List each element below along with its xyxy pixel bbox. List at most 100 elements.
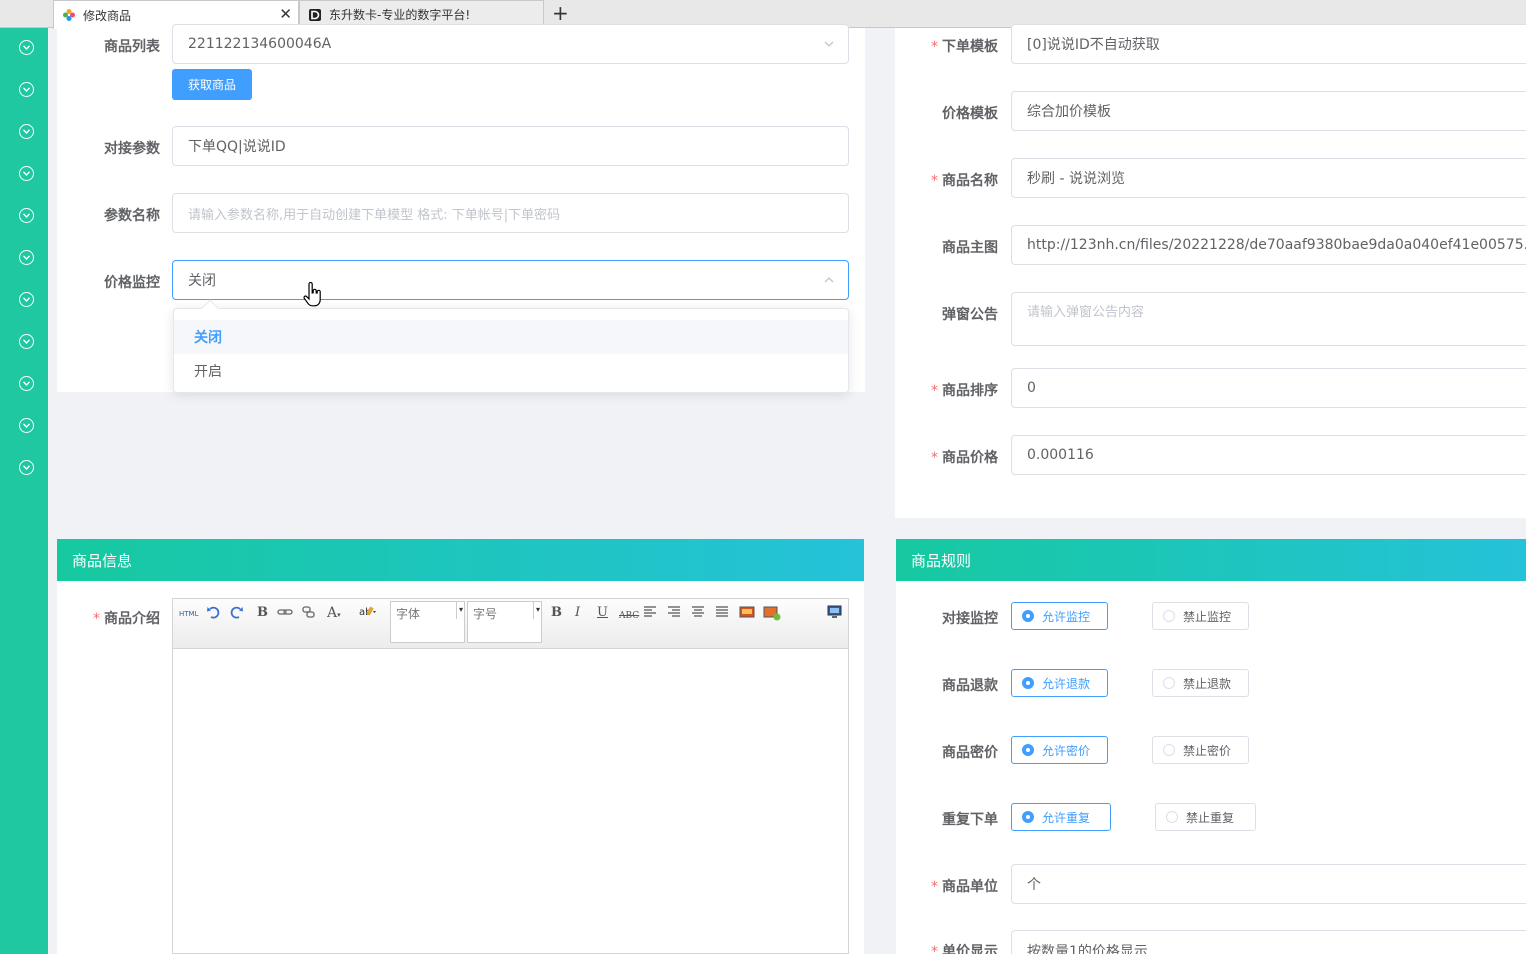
font-family-value: 字体 xyxy=(396,607,421,621)
fetch-product-button[interactable]: 获取商品 xyxy=(172,69,252,100)
unit-display-label: * 单价显示 xyxy=(931,944,998,954)
unit-input[interactable]: 个 xyxy=(1011,864,1526,904)
product-list-value: 221122134600046A xyxy=(188,36,332,52)
radio-dot-icon xyxy=(1163,677,1175,689)
sort-order-value: 0 xyxy=(1027,380,1036,396)
allow-secret-price-radio[interactable]: 允许密价 xyxy=(1011,736,1108,764)
radio-dot-icon xyxy=(1022,811,1034,823)
italic-icon[interactable]: I xyxy=(575,605,580,621)
redo-icon[interactable] xyxy=(230,605,244,624)
popup-notice-placeholder: 请输入弹窗公告内容 xyxy=(1027,305,1145,320)
main-image-input[interactable]: http://123nh.cn/files/20221228/de70aaf93… xyxy=(1011,225,1526,265)
product-list-select[interactable]: 221122134600046A xyxy=(172,24,849,64)
chevron-circle-icon[interactable] xyxy=(19,334,34,349)
radio-dot-icon xyxy=(1163,610,1175,622)
price-label: * 商品价格 xyxy=(931,450,998,466)
d-logo-icon xyxy=(308,8,322,22)
align-center-icon[interactable] xyxy=(691,605,705,624)
dock-params-value: 下单QQ|说说ID xyxy=(188,139,286,155)
highlight-icon[interactable]: ab xyxy=(359,605,377,624)
sort-order-input[interactable]: 0 xyxy=(1011,368,1526,408)
option-close[interactable]: 关闭 xyxy=(174,320,848,354)
param-name-placeholder: 请输入参数名称,用于自动创建下单模型 格式: 下单帐号|下单密码 xyxy=(188,207,561,223)
price-template-label: 价格模板 xyxy=(942,106,998,122)
chevron-circle-icon[interactable] xyxy=(19,124,34,139)
unlink-icon[interactable] xyxy=(301,605,317,624)
align-justify-icon[interactable] xyxy=(715,605,729,624)
caret-down-icon: ▾ xyxy=(533,601,542,619)
chevron-down-icon xyxy=(822,37,836,51)
price-value: 0.000116 xyxy=(1027,447,1094,463)
font-color-icon[interactable]: A▾ xyxy=(327,605,341,623)
bold-icon[interactable]: B xyxy=(551,605,562,621)
price-input[interactable]: 0.000116 xyxy=(1011,435,1526,475)
chevron-circle-icon[interactable] xyxy=(19,460,34,475)
underline-icon[interactable]: U xyxy=(597,605,608,621)
product-name-value: 秒刷 - 说说浏览 xyxy=(1027,171,1125,187)
price-monitor-dropdown: 关闭 开启 xyxy=(173,299,849,393)
dock-params-input[interactable]: 下单QQ|说说ID xyxy=(172,126,849,166)
popup-notice-textarea[interactable]: 请输入弹窗公告内容 xyxy=(1011,292,1526,346)
rich-text-editor[interactable]: HTML B A▾ ab 字体 ▾ 字号 ▾ B I U ABC xyxy=(172,598,849,954)
price-monitor-select[interactable]: 关闭 xyxy=(172,260,849,300)
caret-down-icon: ▾ xyxy=(456,601,465,619)
allow-refund-radio[interactable]: 允许退款 xyxy=(1011,669,1108,697)
unit-display-value: 按数量1的价格显示 xyxy=(1027,944,1148,954)
font-size-select[interactable]: 字号 ▾ xyxy=(467,601,542,643)
sort-order-label: * 商品排序 xyxy=(931,383,998,399)
product-rules-header: 商品规则 xyxy=(896,539,1526,581)
font-family-select[interactable]: 字体 ▾ xyxy=(390,601,465,643)
fullscreen-icon[interactable] xyxy=(827,605,842,624)
image-icon[interactable] xyxy=(739,605,755,624)
deny-monitor-radio[interactable]: 禁止监控 xyxy=(1152,602,1249,630)
price-template-value: 综合加价模板 xyxy=(1027,104,1111,120)
option-open[interactable]: 开启 xyxy=(174,354,848,388)
undo-icon[interactable] xyxy=(206,605,220,624)
chevron-circle-icon[interactable] xyxy=(19,82,34,97)
order-template-select[interactable]: [0]说说ID不自动获取 xyxy=(1011,24,1526,64)
align-right-icon[interactable] xyxy=(667,605,681,624)
insert-image-icon[interactable] xyxy=(763,605,781,626)
link-icon[interactable] xyxy=(277,605,293,624)
html-source-icon[interactable]: HTML xyxy=(179,606,198,622)
tab-title: 东升数卡-专业的数字平台! xyxy=(329,8,471,22)
chevron-circle-icon[interactable] xyxy=(19,376,34,391)
chevron-circle-icon[interactable] xyxy=(19,418,34,433)
deny-refund-radio[interactable]: 禁止退款 xyxy=(1152,669,1249,697)
product-name-input[interactable]: 秒刷 - 说说浏览 xyxy=(1011,158,1526,198)
chevron-circle-icon[interactable] xyxy=(19,40,34,55)
param-name-input[interactable]: 请输入参数名称,用于自动创建下单模型 格式: 下单帐号|下单密码 xyxy=(172,193,849,233)
chevron-circle-icon[interactable] xyxy=(19,250,34,265)
deny-secret-price-radio[interactable]: 禁止密价 xyxy=(1152,736,1249,764)
allow-repeat-radio[interactable]: 允许重复 xyxy=(1011,803,1111,831)
deny-repeat-radio[interactable]: 禁止重复 xyxy=(1155,803,1256,831)
chevron-circle-icon[interactable] xyxy=(19,166,34,181)
unit-display-select[interactable]: 按数量1的价格显示 xyxy=(1011,930,1526,954)
align-left-icon[interactable] xyxy=(643,605,657,624)
close-tab-icon[interactable]: ✕ xyxy=(279,6,292,22)
strikethrough-icon[interactable]: ABC xyxy=(619,608,639,624)
main-image-value: http://123nh.cn/files/20221228/de70aaf93… xyxy=(1027,237,1526,253)
font-size-value: 字号 xyxy=(473,607,498,621)
radio-dot-icon xyxy=(1022,677,1034,689)
radio-dot-icon xyxy=(1022,744,1034,756)
order-template-value: [0]说说ID不自动获取 xyxy=(1027,37,1160,53)
dock-params-label: 对接参数 xyxy=(104,141,160,157)
chevron-circle-icon[interactable] xyxy=(19,208,34,223)
popup-notice-label: 弹窗公告 xyxy=(942,307,998,323)
new-tab-button[interactable]: + xyxy=(552,2,569,24)
product-name-label: * 商品名称 xyxy=(931,173,998,189)
dock-monitor-label: 对接监控 xyxy=(942,611,998,627)
unit-value: 个 xyxy=(1027,877,1041,893)
chevron-circle-icon[interactable] xyxy=(19,292,34,307)
chevron-up-icon xyxy=(822,273,836,287)
radio-dot-icon xyxy=(1166,811,1178,823)
tab-title: 修改商品 xyxy=(83,8,132,23)
order-template-label: * 下单模板 xyxy=(931,39,998,55)
product-rules-title: 商品规则 xyxy=(911,551,972,570)
flower-icon xyxy=(62,8,76,22)
bold-icon[interactable]: B xyxy=(257,605,268,621)
price-template-select[interactable]: 综合加价模板 xyxy=(1011,91,1526,131)
allow-monitor-radio[interactable]: 允许监控 xyxy=(1011,602,1108,630)
product-info-header: 商品信息 xyxy=(57,539,864,581)
